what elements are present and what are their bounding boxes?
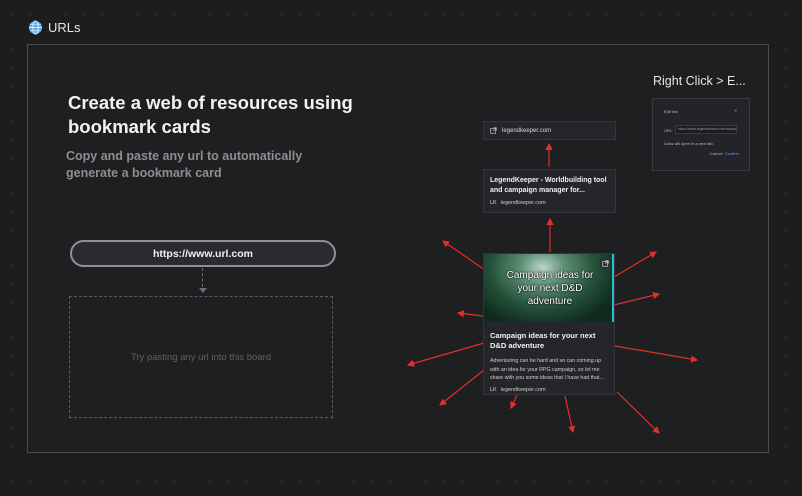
external-link-icon bbox=[490, 127, 497, 134]
bookmark-card-small[interactable]: legendkeeper.com bbox=[483, 121, 616, 140]
arrow bbox=[564, 395, 576, 434]
url-field[interactable]: https://www.legendkeeper.com/campaign-id… bbox=[675, 125, 737, 134]
arrow bbox=[406, 342, 485, 367]
card-domain: legendkeeper.com bbox=[502, 127, 552, 134]
selection-edge bbox=[612, 254, 614, 322]
card-domain-row: LK legendkeeper.com bbox=[490, 200, 609, 206]
bookmark-card-featured[interactable]: Campaign ideas for your next D&D adventu… bbox=[483, 253, 615, 395]
favicon-icon: LK bbox=[490, 387, 497, 393]
arrow bbox=[439, 369, 485, 406]
card-image-caption: Campaign ideas for your next D&D adventu… bbox=[506, 270, 594, 307]
arrow bbox=[510, 394, 518, 410]
right-click-title: Right Click > E... bbox=[653, 74, 746, 88]
card-description: Adventuring can be hard and so can comin… bbox=[490, 358, 604, 381]
arrow bbox=[456, 310, 484, 318]
bookmark-card-mid[interactable]: LegendKeeper - Worldbuilding tool and ca… bbox=[483, 169, 616, 213]
arrow bbox=[614, 345, 699, 363]
arrow bbox=[442, 240, 486, 271]
card-body: Campaign ideas for your next D&D adventu… bbox=[484, 322, 614, 393]
cancel-button[interactable]: Cancel bbox=[710, 151, 722, 156]
card-title: Campaign ideas for your next D&D adventu… bbox=[490, 331, 596, 350]
open-link-button[interactable] bbox=[600, 258, 610, 268]
favicon-icon: LK bbox=[490, 200, 497, 206]
external-link-icon bbox=[601, 259, 609, 267]
close-icon[interactable]: × bbox=[734, 108, 737, 113]
card-domain: legendkeeper.com bbox=[500, 387, 546, 393]
card-domain: legendkeeper.com bbox=[500, 200, 546, 206]
arrow bbox=[613, 291, 661, 306]
confirm-button[interactable]: Confirm bbox=[725, 151, 739, 156]
edit-link-dialog[interactable]: Edit link × URL https://www.legendkeeper… bbox=[652, 98, 750, 171]
card-domain-row: LK legendkeeper.com bbox=[490, 387, 608, 393]
dialog-header: Edit link bbox=[664, 109, 679, 114]
dialog-hint: Links will open in a new tab. bbox=[664, 141, 714, 146]
card-image: Campaign ideas for your next D&D adventu… bbox=[484, 254, 614, 322]
arrow bbox=[613, 251, 658, 278]
arrow bbox=[616, 391, 660, 434]
card-title: LegendKeeper - Worldbuilding tool and ca… bbox=[490, 177, 607, 194]
url-field-label: URL bbox=[664, 128, 673, 133]
